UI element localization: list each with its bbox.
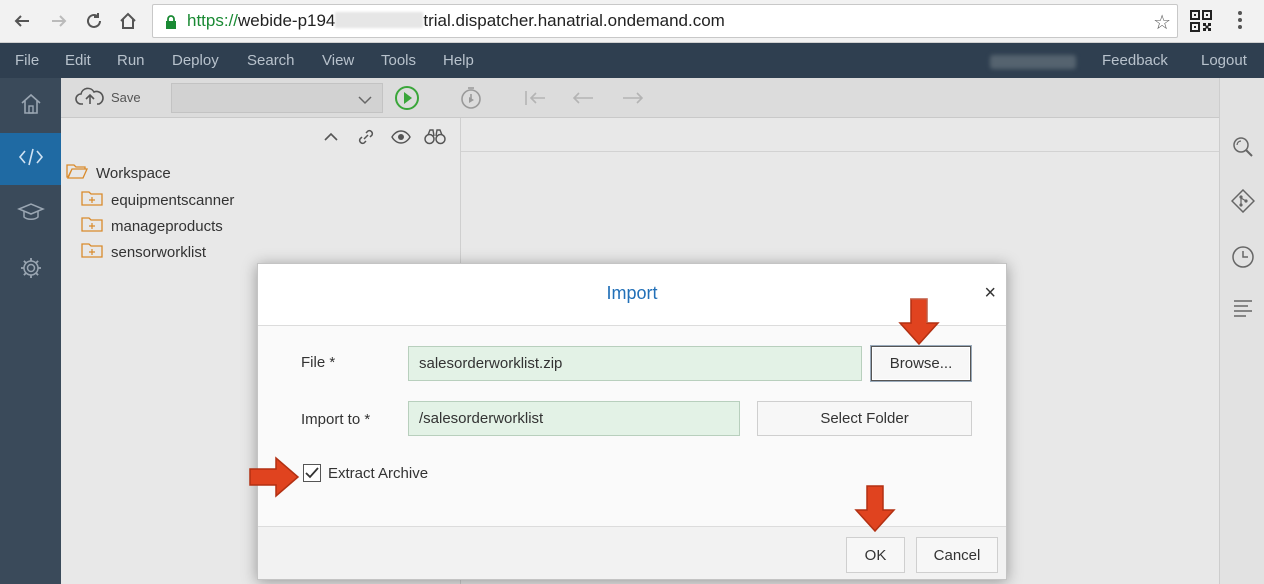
collapse-icon[interactable] [320, 126, 342, 148]
qr-icon[interactable] [1190, 10, 1212, 37]
tree-item-label: manageproducts [111, 217, 223, 235]
file-label: File * [301, 354, 336, 371]
left-nav [0, 78, 61, 584]
feedback-link[interactable]: Feedback [1102, 52, 1168, 69]
folder-open-icon [66, 163, 89, 183]
tree-item-workspace[interactable]: Workspace [66, 163, 171, 183]
arrow-right-icon [248, 455, 300, 504]
chevron-down-icon [358, 92, 372, 110]
search-icon[interactable] [1230, 134, 1256, 160]
extract-archive-checkbox[interactable] [303, 464, 321, 482]
gear-icon [19, 256, 43, 285]
tree-item-label: equipmentscanner [111, 191, 235, 209]
binoculars-icon[interactable] [424, 126, 446, 148]
star-icon[interactable]: ☆ [1153, 10, 1171, 35]
nav-development[interactable] [0, 133, 61, 185]
nav-learning[interactable] [0, 188, 61, 240]
nav-home[interactable] [0, 80, 61, 132]
close-icon[interactable]: × [984, 283, 996, 303]
right-rail [1219, 78, 1264, 584]
save-label: Save [111, 89, 141, 105]
import-to-field[interactable]: /salesorderworklist [408, 401, 740, 436]
select-folder-button[interactable]: Select Folder [757, 401, 972, 436]
clock-icon[interactable] [1230, 244, 1256, 270]
import-to-label: Import to * [301, 411, 371, 428]
run-config-select[interactable] [171, 83, 383, 113]
menu-view[interactable]: View [322, 52, 354, 69]
tree-item-folder[interactable]: equipmentscanner [81, 190, 234, 210]
cloud-upload-icon [75, 86, 105, 109]
menu-bar: File Edit Run Deploy Search View Tools H… [0, 43, 1264, 78]
address-bar[interactable]: https://webide-p194 trial.dispatcher.hana… [152, 4, 1178, 38]
menu-search[interactable]: Search [247, 52, 295, 69]
save-button[interactable]: Save [75, 84, 141, 110]
lock-icon [165, 15, 177, 34]
tree-item-folder[interactable]: sensorworklist [81, 242, 206, 262]
user-name [990, 55, 1076, 69]
workspace-tools [61, 118, 461, 154]
ide-toolbar: Save [61, 78, 1219, 118]
extract-archive-row[interactable]: Extract Archive [303, 464, 428, 482]
tree-item-label: sensorworklist [111, 243, 207, 261]
forward-icon[interactable] [45, 7, 73, 35]
menu-edit[interactable]: Edit [65, 52, 91, 69]
kebab-icon[interactable] [1236, 9, 1244, 36]
back-icon[interactable] [8, 7, 36, 35]
file-field[interactable]: salesorderworklist.zip [408, 346, 862, 381]
extract-archive-label: Extract Archive [328, 464, 429, 482]
editor-tab-bar [461, 118, 1219, 152]
menu-tools[interactable]: Tools [381, 52, 416, 69]
folder-plus-icon [81, 216, 103, 236]
menu-help[interactable]: Help [443, 52, 474, 69]
reload-icon[interactable] [80, 7, 108, 35]
cancel-button[interactable]: Cancel [916, 537, 998, 573]
link-icon[interactable] [355, 126, 377, 148]
eye-icon[interactable] [390, 126, 412, 148]
outline-icon[interactable] [1230, 296, 1256, 322]
home-icon[interactable] [114, 7, 142, 35]
nav-settings[interactable] [0, 244, 61, 296]
tree-item-folder[interactable]: manageproducts [81, 216, 223, 236]
menu-file[interactable]: File [15, 52, 39, 69]
run-with-timer-icon[interactable] [457, 84, 485, 112]
folder-plus-icon [81, 190, 103, 210]
forward-arrow-icon[interactable] [619, 84, 647, 112]
last-edit-icon[interactable] [521, 84, 549, 112]
menu-run[interactable]: Run [117, 52, 145, 69]
dialog-header: Import × [258, 264, 1006, 326]
url-text: https://webide-p194 trial.dispatcher.hana… [187, 11, 725, 30]
back-arrow-icon[interactable] [569, 84, 597, 112]
menu-deploy[interactable]: Deploy [172, 52, 219, 69]
arrow-down-icon [853, 484, 897, 539]
ok-button[interactable]: OK [846, 537, 905, 573]
code-icon [18, 147, 44, 172]
git-icon[interactable] [1230, 188, 1256, 214]
arrow-down-icon [897, 297, 941, 352]
home-icon [19, 92, 43, 121]
tree-item-label: Workspace [96, 164, 171, 182]
folder-plus-icon [81, 242, 103, 262]
browser-toolbar: https://webide-p194 trial.dispatcher.hana… [0, 0, 1264, 43]
graduation-cap-icon [16, 201, 45, 228]
run-icon[interactable] [393, 84, 421, 112]
logout-link[interactable]: Logout [1201, 52, 1247, 69]
dialog-title: Import [606, 283, 658, 303]
